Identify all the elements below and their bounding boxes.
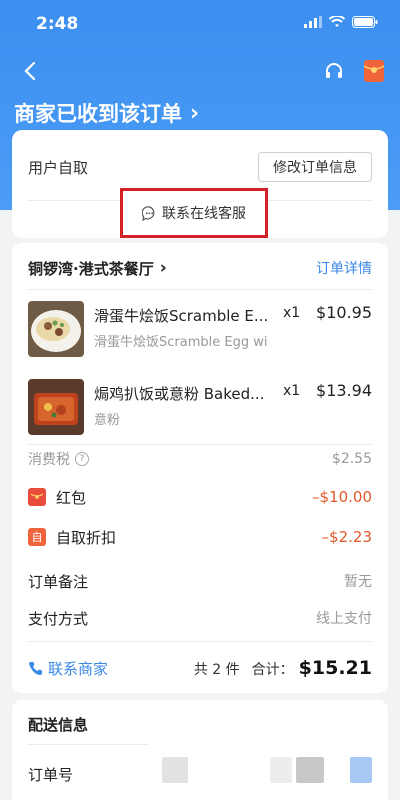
payment-label: 支付方式 — [28, 609, 89, 628]
item-name: 滑蛋牛烩饭Scramble E... — [94, 307, 269, 325]
delivery-card: 配送信息 订单号 — [12, 700, 388, 800]
food-thumbnail — [28, 301, 84, 357]
totals: 共 2 件 合计： $15.21 — [194, 657, 372, 679]
red-packet-label: 红包 — [56, 488, 87, 507]
order-summary: 联系商家 共 2 件 合计： $15.21 — [28, 653, 372, 683]
delivery-title: 配送信息 — [28, 716, 89, 734]
item-count: 共 2 件 — [193, 662, 240, 678]
nav-actions — [324, 60, 384, 82]
signal-icon — [304, 16, 322, 28]
tax-value: $2.55 — [331, 451, 372, 467]
redacted-block — [270, 757, 292, 783]
order-number-label: 订单号 — [28, 766, 74, 784]
red-envelope-icon[interactable] — [364, 60, 384, 82]
tax-label: 消费税 — [28, 452, 70, 468]
contact-merchant-label: 联系商家 — [48, 659, 109, 678]
item-description: 滑蛋牛烩饭Scramble Egg wi — [94, 335, 268, 350]
item-description: 意粉 — [94, 413, 121, 428]
remarks-value: 暂无 — [344, 574, 372, 590]
item-name: 焗鸡扒饭或意粉 Baked... — [94, 385, 265, 403]
food-thumbnail — [28, 379, 84, 435]
store-row: 铜锣湾·港式茶餐厅 › 订单详情 — [28, 255, 372, 281]
pickup-discount-label: 自取折扣 — [56, 528, 117, 547]
order-status-text: 商家已收到该订单 — [14, 102, 182, 126]
divider — [28, 641, 372, 642]
status-bar: 2:48 — [0, 0, 400, 50]
divider — [28, 744, 148, 745]
info-icon[interactable]: ? — [75, 452, 89, 466]
list-item[interactable]: 焗鸡扒饭或意粉 Baked... 意粉 x1 $13.94 — [28, 379, 372, 439]
item-price: $10.95 — [316, 303, 372, 322]
redacted-block — [162, 757, 188, 783]
pickup-discount-row: 自 自取折扣 –$2.23 — [28, 523, 372, 551]
store-name: 铜锣湾·港式茶餐厅 — [28, 259, 154, 278]
order-detail-link[interactable]: 订单详情 — [316, 258, 372, 278]
list-item[interactable]: 滑蛋牛烩饭Scramble E... 滑蛋牛烩饭Scramble Egg wi … — [28, 301, 372, 361]
pickup-discount-icon: 自 — [28, 528, 46, 546]
total-value: $15.21 — [298, 657, 372, 679]
item-quantity: x1 — [283, 383, 301, 399]
headset-icon[interactable] — [324, 61, 344, 81]
divider — [28, 289, 372, 290]
pickup-label: 用户自取 — [28, 158, 89, 177]
pickup-row: 用户自取 修改订单信息 — [28, 152, 372, 182]
remarks-label: 订单备注 — [28, 572, 89, 591]
red-packet-value: –$10.00 — [312, 488, 372, 506]
phone-icon — [29, 661, 42, 675]
contact-merchant-button[interactable]: 联系商家 — [28, 658, 108, 679]
store-link[interactable]: 铜锣湾·港式茶餐厅 › — [28, 258, 167, 279]
payment-value: 线上支付 — [316, 611, 372, 627]
chevron-right-icon: › — [159, 258, 167, 278]
online-customer-service-button[interactable]: 联系在线客服 — [120, 188, 268, 238]
modify-order-button[interactable]: 修改订单信息 — [258, 152, 372, 182]
chevron-right-icon: › — [190, 100, 200, 126]
red-packet-row: 红包 –$10.00 — [28, 483, 372, 511]
status-time: 2:48 — [36, 14, 79, 34]
chat-bubble-icon — [142, 205, 155, 221]
payment-row: 支付方式 线上支付 — [28, 604, 372, 632]
item-quantity: x1 — [283, 305, 301, 321]
pickup-discount-value: –$2.23 — [321, 528, 372, 546]
chevron-left-icon — [24, 61, 36, 81]
item-price: $13.94 — [316, 381, 372, 400]
redacted-block — [350, 757, 372, 783]
wifi-icon — [329, 16, 345, 27]
battery-icon — [352, 16, 378, 28]
pickup-card: 用户自取 修改订单信息 联系在线客服 — [12, 130, 388, 238]
order-card: 铜锣湾·港式茶餐厅 › 订单详情 滑蛋牛烩饭Scramble E... 滑蛋牛烩… — [12, 243, 388, 693]
back-button[interactable] — [18, 58, 44, 84]
status-icons — [304, 16, 378, 28]
tax-row: 消费税 ? $2.55 — [28, 445, 372, 473]
remarks-row: 订单备注 暂无 — [28, 567, 372, 595]
red-packet-icon — [28, 488, 46, 506]
redacted-block — [296, 757, 324, 783]
order-status-title[interactable]: 商家已收到该订单 › — [14, 98, 199, 128]
customer-service-label: 联系在线客服 — [162, 206, 246, 222]
total-label: 合计： — [251, 662, 294, 678]
